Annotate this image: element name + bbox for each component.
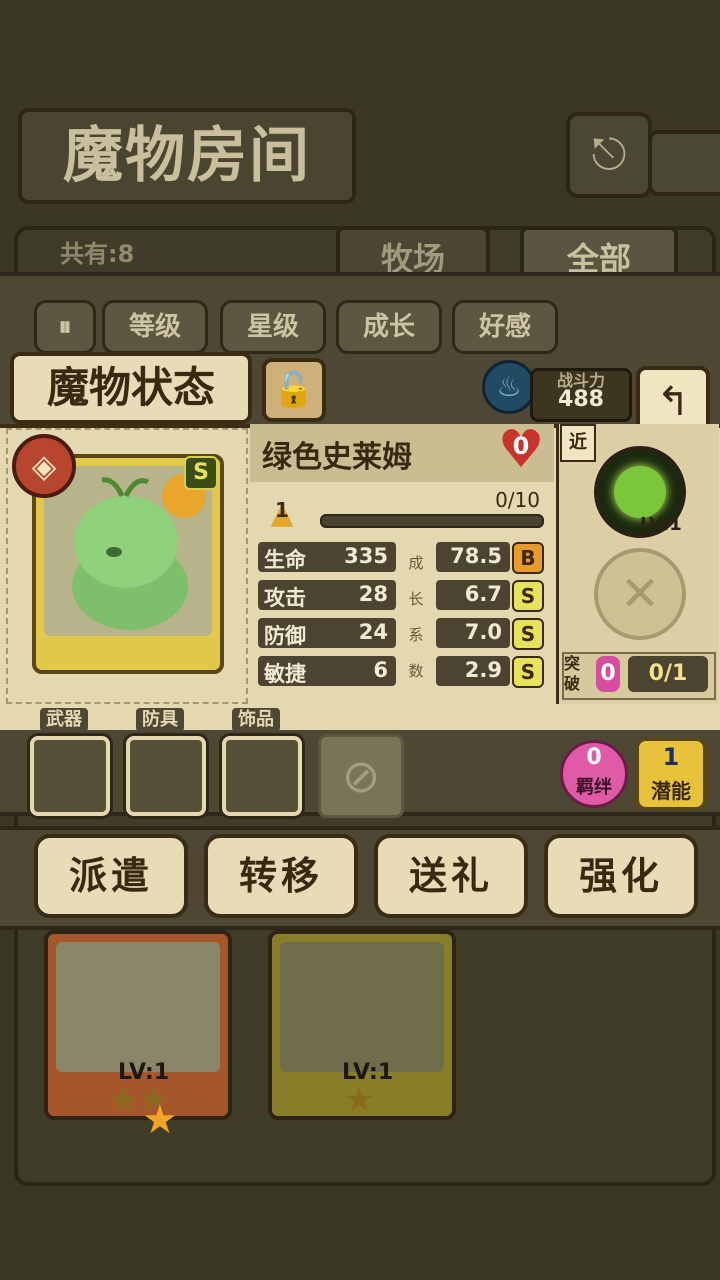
potential-value: 1: [662, 743, 680, 771]
enhance-button[interactable]: 强化: [544, 834, 698, 918]
stat-name: 敏捷: [264, 662, 306, 686]
filter-stars[interactable]: 星级: [220, 300, 326, 354]
level-value: 1: [275, 498, 289, 522]
return-icon: ⎋: [591, 129, 627, 180]
armor-label: 防具: [136, 708, 184, 732]
growth-label: 数: [408, 662, 424, 680]
lock-button[interactable]: 🔓: [262, 358, 326, 422]
weapon-slot[interactable]: [30, 736, 110, 816]
growth-value: 6.7: [464, 582, 502, 606]
accessory-label: 饰品: [232, 708, 280, 732]
affection-value: 0: [512, 432, 530, 460]
room-return-button[interactable]: ⎋: [566, 112, 652, 198]
stat-row-def: 防御 24: [258, 618, 396, 648]
armor-slot[interactable]: [126, 736, 206, 816]
monster-portrait: [44, 466, 212, 636]
stat-name: 防御: [264, 624, 306, 648]
card-stars: ★: [344, 1080, 375, 1120]
stat-name: 攻击: [264, 586, 306, 610]
grade-badge: S: [512, 580, 544, 612]
transfer-button[interactable]: 转移: [204, 834, 358, 918]
close-icon: ✕: [619, 566, 661, 622]
stat-value: 24: [358, 620, 388, 644]
green-slime-image: [72, 474, 206, 630]
range-tag: 近: [560, 424, 596, 462]
breakthrough-value: 0: [596, 656, 620, 692]
monster-name: 绿色史莱姆: [262, 440, 412, 475]
bond-value: 0: [586, 745, 602, 770]
combat-power-value: 488: [558, 387, 604, 412]
slime-skill-icon: [614, 466, 666, 518]
growth-label: 长: [408, 590, 424, 608]
element-icon: ♨: [482, 360, 536, 414]
exp-text: 0/10: [495, 488, 540, 512]
growth-label: 系: [408, 626, 424, 644]
sort-toggle-button[interactable]: ⏸: [34, 300, 96, 354]
padlock-icon: 🔓: [272, 370, 316, 410]
weapon-label: 武器: [40, 708, 88, 732]
growth-value: 2.9: [464, 658, 502, 682]
stat-row-hp: 生命 335: [258, 542, 396, 572]
growth-hp: 78.5: [436, 542, 510, 572]
growth-atk: 6.7: [436, 580, 510, 610]
potential-label: 潜能: [651, 779, 691, 803]
gift-button[interactable]: 送礼: [374, 834, 528, 918]
growth-def: 7.0: [436, 618, 510, 648]
growth-value: 7.0: [464, 620, 502, 644]
filter-affection[interactable]: 好感: [452, 300, 558, 354]
dispatch-button[interactable]: 派遣: [34, 834, 188, 918]
status-title: 魔物状态: [10, 352, 252, 424]
growth-agi: 2.9: [436, 656, 510, 686]
room-side-tab: [648, 130, 720, 196]
growth-value: 78.5: [450, 544, 502, 568]
skill-level: LV:1: [640, 514, 682, 535]
exp-bar: [320, 514, 544, 528]
grade-badge: S: [512, 618, 544, 650]
rank-badge: S: [184, 456, 218, 490]
stat-row-agi: 敏捷 6: [258, 656, 396, 686]
monster-thumbnail: [56, 942, 220, 1072]
bond-button[interactable]: 0 羁绊: [560, 740, 628, 808]
stat-row-atk: 攻击 28: [258, 580, 396, 610]
filter-level[interactable]: 等级: [102, 300, 208, 354]
potential-button[interactable]: 1 潜能: [636, 738, 706, 810]
breakthrough-progress: 0/1: [628, 656, 708, 692]
locked-slot: ⊘: [318, 734, 404, 818]
grade-badge: S: [512, 656, 544, 688]
attribute-icon: ◈: [12, 434, 76, 498]
pause-icon: ⏸: [58, 312, 72, 342]
card-star: ★: [142, 1097, 178, 1143]
back-arrow-icon: ↰: [656, 379, 690, 425]
growth-label: 成: [408, 554, 424, 572]
stat-value: 6: [373, 658, 388, 682]
stat-value: 335: [344, 544, 388, 568]
list-card-1[interactable]: LV:1 ★★: [44, 930, 232, 1120]
room-title: 魔物房间: [18, 108, 356, 204]
owned-count: 共有:8: [60, 240, 135, 268]
filter-growth[interactable]: 成长: [336, 300, 442, 354]
breakthrough-label: 突破: [564, 654, 581, 693]
monster-thumbnail: [280, 942, 444, 1072]
combat-power: 战斗力 488: [530, 368, 632, 422]
stat-name: 生命: [264, 548, 306, 572]
list-card-2[interactable]: LV:1 ★: [268, 930, 456, 1120]
grade-badge: B: [512, 542, 544, 574]
bond-label: 羁绊: [576, 777, 612, 798]
empty-skill-slot[interactable]: ✕: [594, 548, 686, 640]
stat-value: 28: [358, 582, 388, 606]
accessory-slot[interactable]: [222, 736, 302, 816]
prohibited-icon: ⊘: [341, 749, 381, 803]
